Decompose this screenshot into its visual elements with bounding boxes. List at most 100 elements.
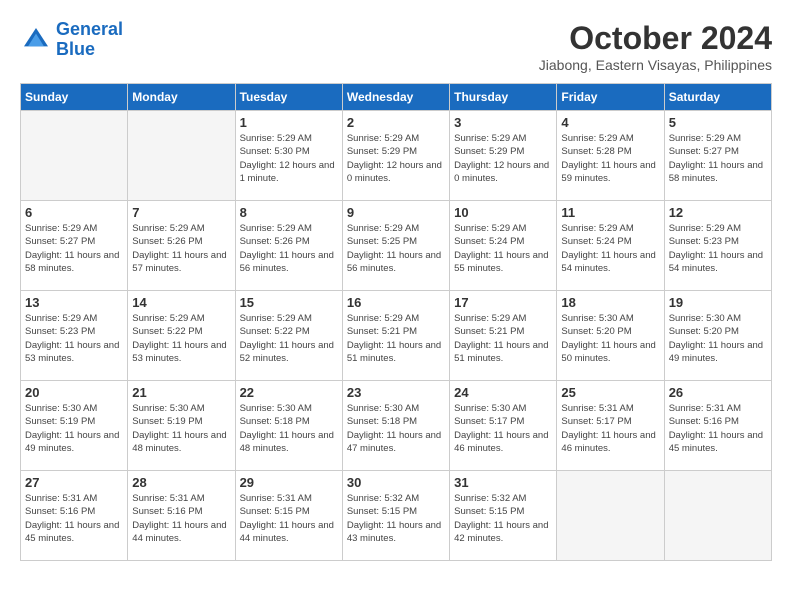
calendar-cell: 9 Sunrise: 5:29 AMSunset: 5:25 PMDaylight… — [342, 201, 449, 291]
day-detail: Sunrise: 5:29 AMSunset: 5:22 PMDaylight:… — [132, 312, 230, 365]
day-number: 26 — [669, 385, 767, 400]
day-detail: Sunrise: 5:29 AMSunset: 5:25 PMDaylight:… — [347, 222, 445, 275]
day-detail: Sunrise: 5:29 AMSunset: 5:29 PMDaylight:… — [347, 132, 445, 185]
day-detail: Sunrise: 5:29 AMSunset: 5:21 PMDaylight:… — [347, 312, 445, 365]
day-number: 7 — [132, 205, 230, 220]
day-number: 5 — [669, 115, 767, 130]
weekday-header-sunday: Sunday — [21, 84, 128, 111]
day-detail: Sunrise: 5:32 AMSunset: 5:15 PMDaylight:… — [454, 492, 552, 545]
day-number: 6 — [25, 205, 123, 220]
day-detail: Sunrise: 5:30 AMSunset: 5:18 PMDaylight:… — [240, 402, 338, 455]
calendar-cell: 12 Sunrise: 5:29 AMSunset: 5:23 PMDayligh… — [664, 201, 771, 291]
day-number: 30 — [347, 475, 445, 490]
weekday-header-row: SundayMondayTuesdayWednesdayThursdayFrid… — [21, 84, 772, 111]
calendar-week-3: 13 Sunrise: 5:29 AMSunset: 5:23 PMDayligh… — [21, 291, 772, 381]
calendar-cell: 31 Sunrise: 5:32 AMSunset: 5:15 PMDayligh… — [450, 471, 557, 561]
calendar-cell: 13 Sunrise: 5:29 AMSunset: 5:23 PMDayligh… — [21, 291, 128, 381]
calendar-cell — [664, 471, 771, 561]
calendar-cell — [21, 111, 128, 201]
weekday-header-wednesday: Wednesday — [342, 84, 449, 111]
day-detail: Sunrise: 5:29 AMSunset: 5:28 PMDaylight:… — [561, 132, 659, 185]
day-detail: Sunrise: 5:31 AMSunset: 5:15 PMDaylight:… — [240, 492, 338, 545]
day-number: 8 — [240, 205, 338, 220]
logo-text: General Blue — [56, 20, 123, 60]
day-detail: Sunrise: 5:29 AMSunset: 5:24 PMDaylight:… — [454, 222, 552, 275]
day-number: 21 — [132, 385, 230, 400]
calendar-cell: 4 Sunrise: 5:29 AMSunset: 5:28 PMDaylight… — [557, 111, 664, 201]
calendar-cell: 29Sunrise: 5:31 AMSunset: 5:15 PMDayligh… — [235, 471, 342, 561]
day-number: 23 — [347, 385, 445, 400]
day-number: 18 — [561, 295, 659, 310]
calendar-cell: 15 Sunrise: 5:29 AMSunset: 5:22 PMDayligh… — [235, 291, 342, 381]
day-number: 24 — [454, 385, 552, 400]
calendar-cell — [557, 471, 664, 561]
calendar-week-1: 1Sunrise: 5:29 AMSunset: 5:30 PMDaylight… — [21, 111, 772, 201]
calendar-cell: 6Sunrise: 5:29 AMSunset: 5:27 PMDaylight… — [21, 201, 128, 291]
calendar-cell: 18 Sunrise: 5:30 AMSunset: 5:20 PMDayligh… — [557, 291, 664, 381]
calendar-cell: 27 Sunrise: 5:31 AMSunset: 5:16 PMDayligh… — [21, 471, 128, 561]
calendar-cell: 8 Sunrise: 5:29 AMSunset: 5:26 PMDaylight… — [235, 201, 342, 291]
day-number: 12 — [669, 205, 767, 220]
calendar-cell: 28Sunrise: 5:31 AMSunset: 5:16 PMDayligh… — [128, 471, 235, 561]
day-number: 13 — [25, 295, 123, 310]
logo-line1: General — [56, 19, 123, 39]
day-number: 17 — [454, 295, 552, 310]
day-number: 27 — [25, 475, 123, 490]
day-detail: Sunrise: 5:31 AMSunset: 5:17 PMDaylight:… — [561, 402, 659, 455]
calendar-cell: 5 Sunrise: 5:29 AMSunset: 5:27 PMDaylight… — [664, 111, 771, 201]
calendar-cell — [128, 111, 235, 201]
calendar-cell: 22 Sunrise: 5:30 AMSunset: 5:18 PMDayligh… — [235, 381, 342, 471]
calendar-cell: 3Sunrise: 5:29 AMSunset: 5:29 PMDaylight… — [450, 111, 557, 201]
day-detail: Sunrise: 5:29 AMSunset: 5:30 PMDaylight:… — [240, 132, 338, 185]
calendar-cell: 19Sunrise: 5:30 AMSunset: 5:20 PMDayligh… — [664, 291, 771, 381]
day-detail: Sunrise: 5:29 AMSunset: 5:26 PMDaylight:… — [132, 222, 230, 275]
logo-line2: Blue — [56, 39, 95, 59]
day-number: 9 — [347, 205, 445, 220]
day-detail: Sunrise: 5:30 AMSunset: 5:19 PMDaylight:… — [25, 402, 123, 455]
calendar-cell: 14Sunrise: 5:29 AMSunset: 5:22 PMDayligh… — [128, 291, 235, 381]
page-header: General Blue October 2024 Jiabong, Easte… — [20, 20, 772, 73]
calendar-cell: 17 Sunrise: 5:29 AMSunset: 5:21 PMDayligh… — [450, 291, 557, 381]
day-detail: Sunrise: 5:30 AMSunset: 5:19 PMDaylight:… — [132, 402, 230, 455]
calendar-cell: 25 Sunrise: 5:31 AMSunset: 5:17 PMDayligh… — [557, 381, 664, 471]
day-number: 25 — [561, 385, 659, 400]
day-number: 31 — [454, 475, 552, 490]
calendar-week-5: 27 Sunrise: 5:31 AMSunset: 5:16 PMDayligh… — [21, 471, 772, 561]
day-number: 20 — [25, 385, 123, 400]
calendar-cell: 11 Sunrise: 5:29 AMSunset: 5:24 PMDayligh… — [557, 201, 664, 291]
weekday-header-saturday: Saturday — [664, 84, 771, 111]
calendar-cell: 21 Sunrise: 5:30 AMSunset: 5:19 PMDayligh… — [128, 381, 235, 471]
calendar-cell: 10Sunrise: 5:29 AMSunset: 5:24 PMDayligh… — [450, 201, 557, 291]
calendar-cell: 24Sunrise: 5:30 AMSunset: 5:17 PMDayligh… — [450, 381, 557, 471]
logo-icon — [20, 24, 52, 56]
weekday-header-friday: Friday — [557, 84, 664, 111]
day-detail: Sunrise: 5:29 AMSunset: 5:22 PMDaylight:… — [240, 312, 338, 365]
calendar-week-4: 20 Sunrise: 5:30 AMSunset: 5:19 PMDayligh… — [21, 381, 772, 471]
calendar-cell: 30 Sunrise: 5:32 AMSunset: 5:15 PMDayligh… — [342, 471, 449, 561]
weekday-header-monday: Monday — [128, 84, 235, 111]
calendar-table: SundayMondayTuesdayWednesdayThursdayFrid… — [20, 83, 772, 561]
day-detail: Sunrise: 5:31 AMSunset: 5:16 PMDaylight:… — [132, 492, 230, 545]
day-detail: Sunrise: 5:30 AMSunset: 5:20 PMDaylight:… — [561, 312, 659, 365]
calendar-cell: 7 Sunrise: 5:29 AMSunset: 5:26 PMDaylight… — [128, 201, 235, 291]
day-detail: Sunrise: 5:31 AMSunset: 5:16 PMDaylight:… — [25, 492, 123, 545]
day-number: 11 — [561, 205, 659, 220]
day-detail: Sunrise: 5:29 AMSunset: 5:23 PMDaylight:… — [25, 312, 123, 365]
day-detail: Sunrise: 5:29 AMSunset: 5:23 PMDaylight:… — [669, 222, 767, 275]
day-detail: Sunrise: 5:29 AMSunset: 5:21 PMDaylight:… — [454, 312, 552, 365]
day-number: 15 — [240, 295, 338, 310]
weekday-header-tuesday: Tuesday — [235, 84, 342, 111]
calendar-cell: 26Sunrise: 5:31 AMSunset: 5:16 PMDayligh… — [664, 381, 771, 471]
day-detail: Sunrise: 5:29 AMSunset: 5:27 PMDaylight:… — [669, 132, 767, 185]
day-number: 4 — [561, 115, 659, 130]
location-subtitle: Jiabong, Eastern Visayas, Philippines — [539, 57, 772, 73]
title-area: October 2024 Jiabong, Eastern Visayas, P… — [539, 20, 772, 73]
calendar-cell: 23Sunrise: 5:30 AMSunset: 5:18 PMDayligh… — [342, 381, 449, 471]
calendar-cell: 2 Sunrise: 5:29 AMSunset: 5:29 PMDaylight… — [342, 111, 449, 201]
day-number: 22 — [240, 385, 338, 400]
calendar-cell: 20 Sunrise: 5:30 AMSunset: 5:19 PMDayligh… — [21, 381, 128, 471]
day-detail: Sunrise: 5:29 AMSunset: 5:24 PMDaylight:… — [561, 222, 659, 275]
day-detail: Sunrise: 5:32 AMSunset: 5:15 PMDaylight:… — [347, 492, 445, 545]
day-number: 2 — [347, 115, 445, 130]
day-detail: Sunrise: 5:29 AMSunset: 5:26 PMDaylight:… — [240, 222, 338, 275]
